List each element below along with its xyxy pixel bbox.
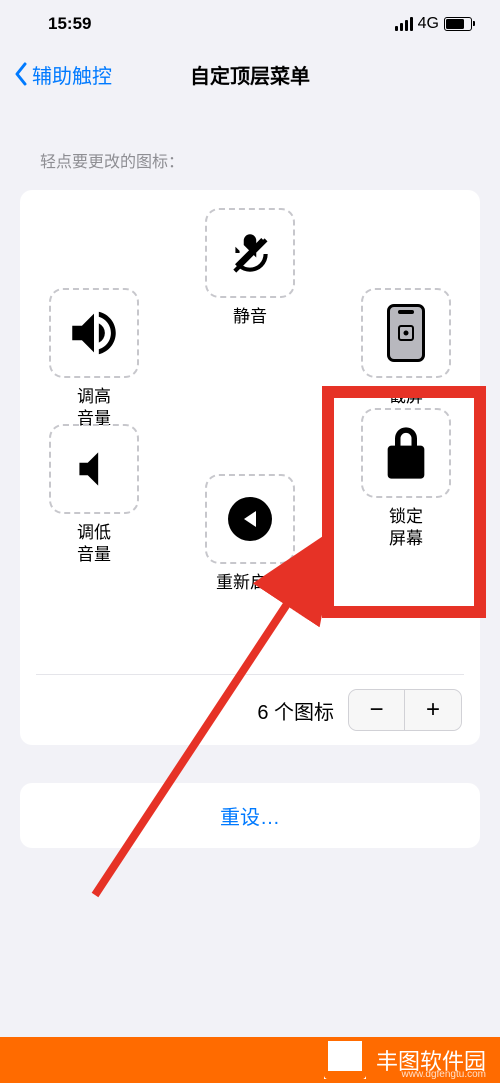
icon-slot-volume-down[interactable]: 调低 音量 <box>34 424 154 566</box>
watermark: 丰图软件园 www.dgfengtu.com <box>0 1037 500 1083</box>
navigation-bar: 辅助触控 自定顶层菜单 <box>0 48 500 100</box>
volume-up-icon <box>65 304 123 362</box>
icon-slot-restart[interactable]: 重新启动 <box>190 474 310 594</box>
icon-editor-card: 静音 调高 音量 截屏 调低 音量 <box>20 190 480 745</box>
back-button[interactable]: 辅助触控 <box>14 60 112 89</box>
volume-down-icon <box>69 444 119 494</box>
status-time: 15:59 <box>48 14 91 34</box>
lock-icon <box>384 427 428 479</box>
status-indicators: 4G <box>395 15 472 33</box>
watermark-logo-icon <box>324 1041 366 1079</box>
stepper-minus-button[interactable]: − <box>349 690 405 730</box>
network-label: 4G <box>418 15 439 33</box>
icon-label: 重新启动 <box>216 572 284 594</box>
watermark-domain: www.dgfengtu.com <box>402 1069 487 1080</box>
icon-label: 锁定 屏幕 <box>389 506 423 550</box>
status-bar: 15:59 4G <box>0 0 500 48</box>
icon-slot-screenshot[interactable]: 截屏 <box>346 288 466 408</box>
stepper-label: 6 个图标 <box>257 696 334 725</box>
chevron-left-icon <box>14 62 28 86</box>
signal-icon <box>395 17 413 31</box>
icon-label: 静音 <box>233 306 267 328</box>
reset-button[interactable]: 重设… <box>20 783 480 848</box>
icon-label: 截屏 <box>389 386 423 408</box>
stepper-plus-button[interactable]: + <box>405 690 461 730</box>
screenshot-icon <box>387 304 425 362</box>
back-label: 辅助触控 <box>32 60 112 89</box>
icon-grid: 静音 调高 音量 截屏 调低 音量 <box>20 208 480 664</box>
restart-icon <box>226 495 274 543</box>
icon-label: 调低 音量 <box>77 522 111 566</box>
mute-icon <box>225 228 275 278</box>
reset-label: 重设… <box>220 807 280 829</box>
icon-slot-mute[interactable]: 静音 <box>190 208 310 328</box>
icon-count-stepper: − + <box>348 689 462 731</box>
section-hint: 轻点要更改的图标： <box>40 148 480 172</box>
icon-count-row: 6 个图标 − + <box>20 675 480 745</box>
icon-slot-lock-screen[interactable]: 锁定 屏幕 <box>346 408 466 550</box>
icon-slot-volume-up[interactable]: 调高 音量 <box>34 288 154 430</box>
page-title: 自定顶层菜单 <box>190 60 310 89</box>
battery-icon <box>444 17 472 31</box>
